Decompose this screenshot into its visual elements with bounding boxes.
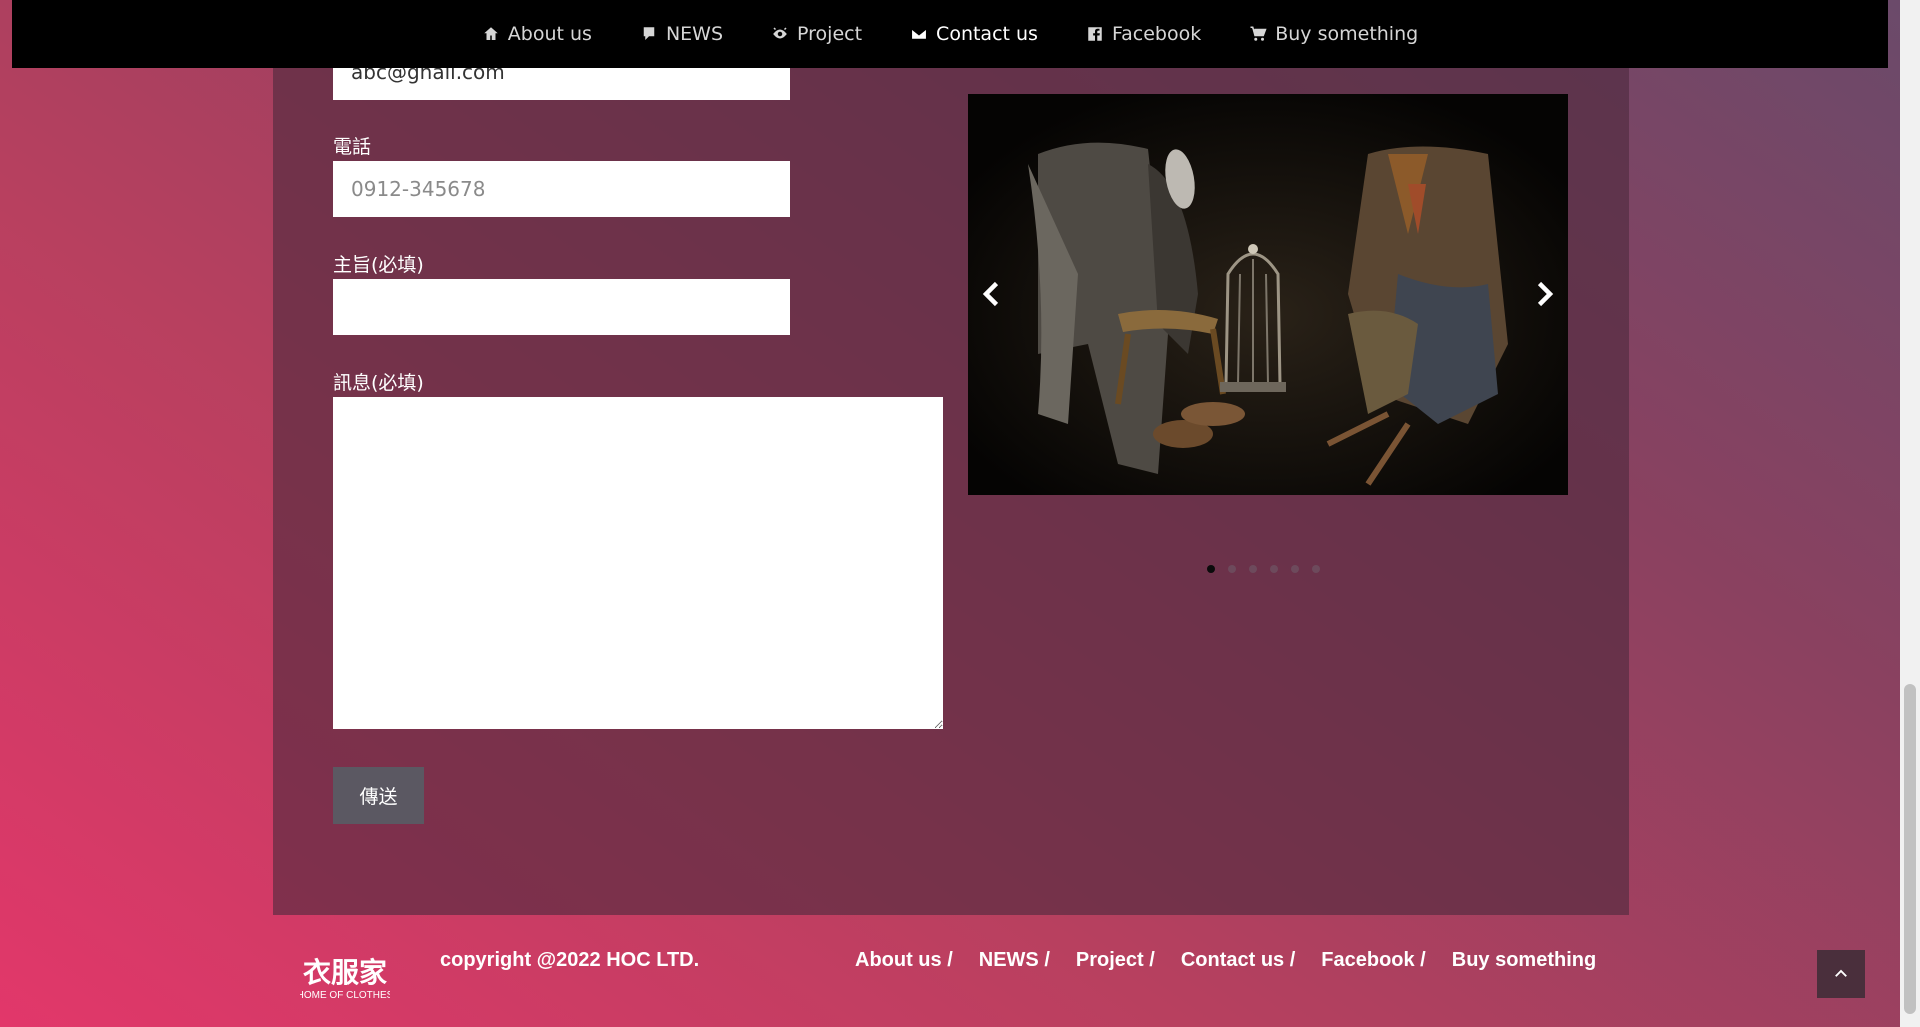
carousel-dot-6[interactable] <box>1312 565 1320 573</box>
nav-item-news[interactable]: NEWS <box>640 23 723 45</box>
carousel-next-button[interactable] <box>1526 276 1562 312</box>
scrollbar-thumb[interactable] <box>1904 684 1916 1014</box>
carousel-dot-3[interactable] <box>1249 565 1257 573</box>
footer-link-contact-us[interactable]: Contact us / <box>1181 949 1295 972</box>
phone-label: 電話 <box>333 136 372 158</box>
nav-item-facebook[interactable]: Facebook <box>1086 23 1201 45</box>
logo-subtext: HOME OF CLOTHES <box>300 990 390 1001</box>
nav-item-label: About us <box>507 23 592 45</box>
subject-label: 主旨(必填) <box>333 254 424 276</box>
carousel-pagination <box>1207 565 1320 573</box>
logo-text: 衣服家 <box>303 956 387 989</box>
top-nav-bar: About us NEWS Project Contact us Faceboo… <box>12 0 1888 68</box>
carousel-slide-image <box>968 94 1568 495</box>
nav-item-buy-something[interactable]: Buy something <box>1249 23 1418 45</box>
envelope-icon <box>910 28 928 40</box>
carousel-dot-5[interactable] <box>1291 565 1299 573</box>
chevron-left-icon <box>982 281 999 307</box>
image-carousel <box>968 94 1568 495</box>
carousel-dot-1[interactable] <box>1207 565 1215 573</box>
nav-item-about-us[interactable]: About us <box>482 23 592 45</box>
message-label: 訊息(必填) <box>333 372 424 394</box>
nav-item-project[interactable]: Project <box>771 23 862 45</box>
footer-link-project[interactable]: Project / <box>1076 949 1155 972</box>
page-scrollbar[interactable] <box>1900 0 1920 1027</box>
nav-item-label: Facebook <box>1111 23 1202 45</box>
footer-link-buy-something[interactable]: Buy something <box>1452 949 1596 972</box>
nav-item-label: Contact us <box>936 23 1038 45</box>
footer-logo[interactable]: 衣服家 HOME OF CLOTHES <box>300 950 390 1010</box>
nav-item-label: Project <box>797 23 863 45</box>
chevron-right-icon <box>1537 281 1554 307</box>
footer-link-about-us[interactable]: About us / <box>855 949 953 972</box>
nav-item-label: NEWS <box>665 23 724 45</box>
nav-item-contact-us[interactable]: Contact us <box>910 23 1038 45</box>
facebook-icon <box>1088 27 1102 41</box>
speech-bubble-icon <box>643 27 655 40</box>
footer-links: About us / NEWS / Project / Contact us /… <box>855 949 1622 972</box>
footer-link-news[interactable]: NEWS / <box>979 949 1050 972</box>
carousel-prev-button[interactable] <box>974 276 1010 312</box>
copyright-text: copyright @2022 HOC LTD. <box>440 949 700 971</box>
footer-link-facebook[interactable]: Facebook / <box>1321 949 1425 972</box>
home-icon <box>484 27 498 40</box>
eye-icon <box>773 27 787 39</box>
nav-item-label: Buy something <box>1275 23 1419 45</box>
carousel-dot-4[interactable] <box>1270 565 1278 573</box>
chevron-up-icon <box>1835 969 1847 977</box>
carousel-dot-2[interactable] <box>1228 565 1236 573</box>
message-textarea[interactable] <box>333 397 943 729</box>
back-to-top-button[interactable] <box>1817 950 1865 998</box>
send-button[interactable]: 傳送 <box>333 767 424 824</box>
subject-field[interactable] <box>333 279 790 335</box>
cart-icon <box>1250 26 1267 41</box>
phone-field[interactable] <box>333 161 790 217</box>
